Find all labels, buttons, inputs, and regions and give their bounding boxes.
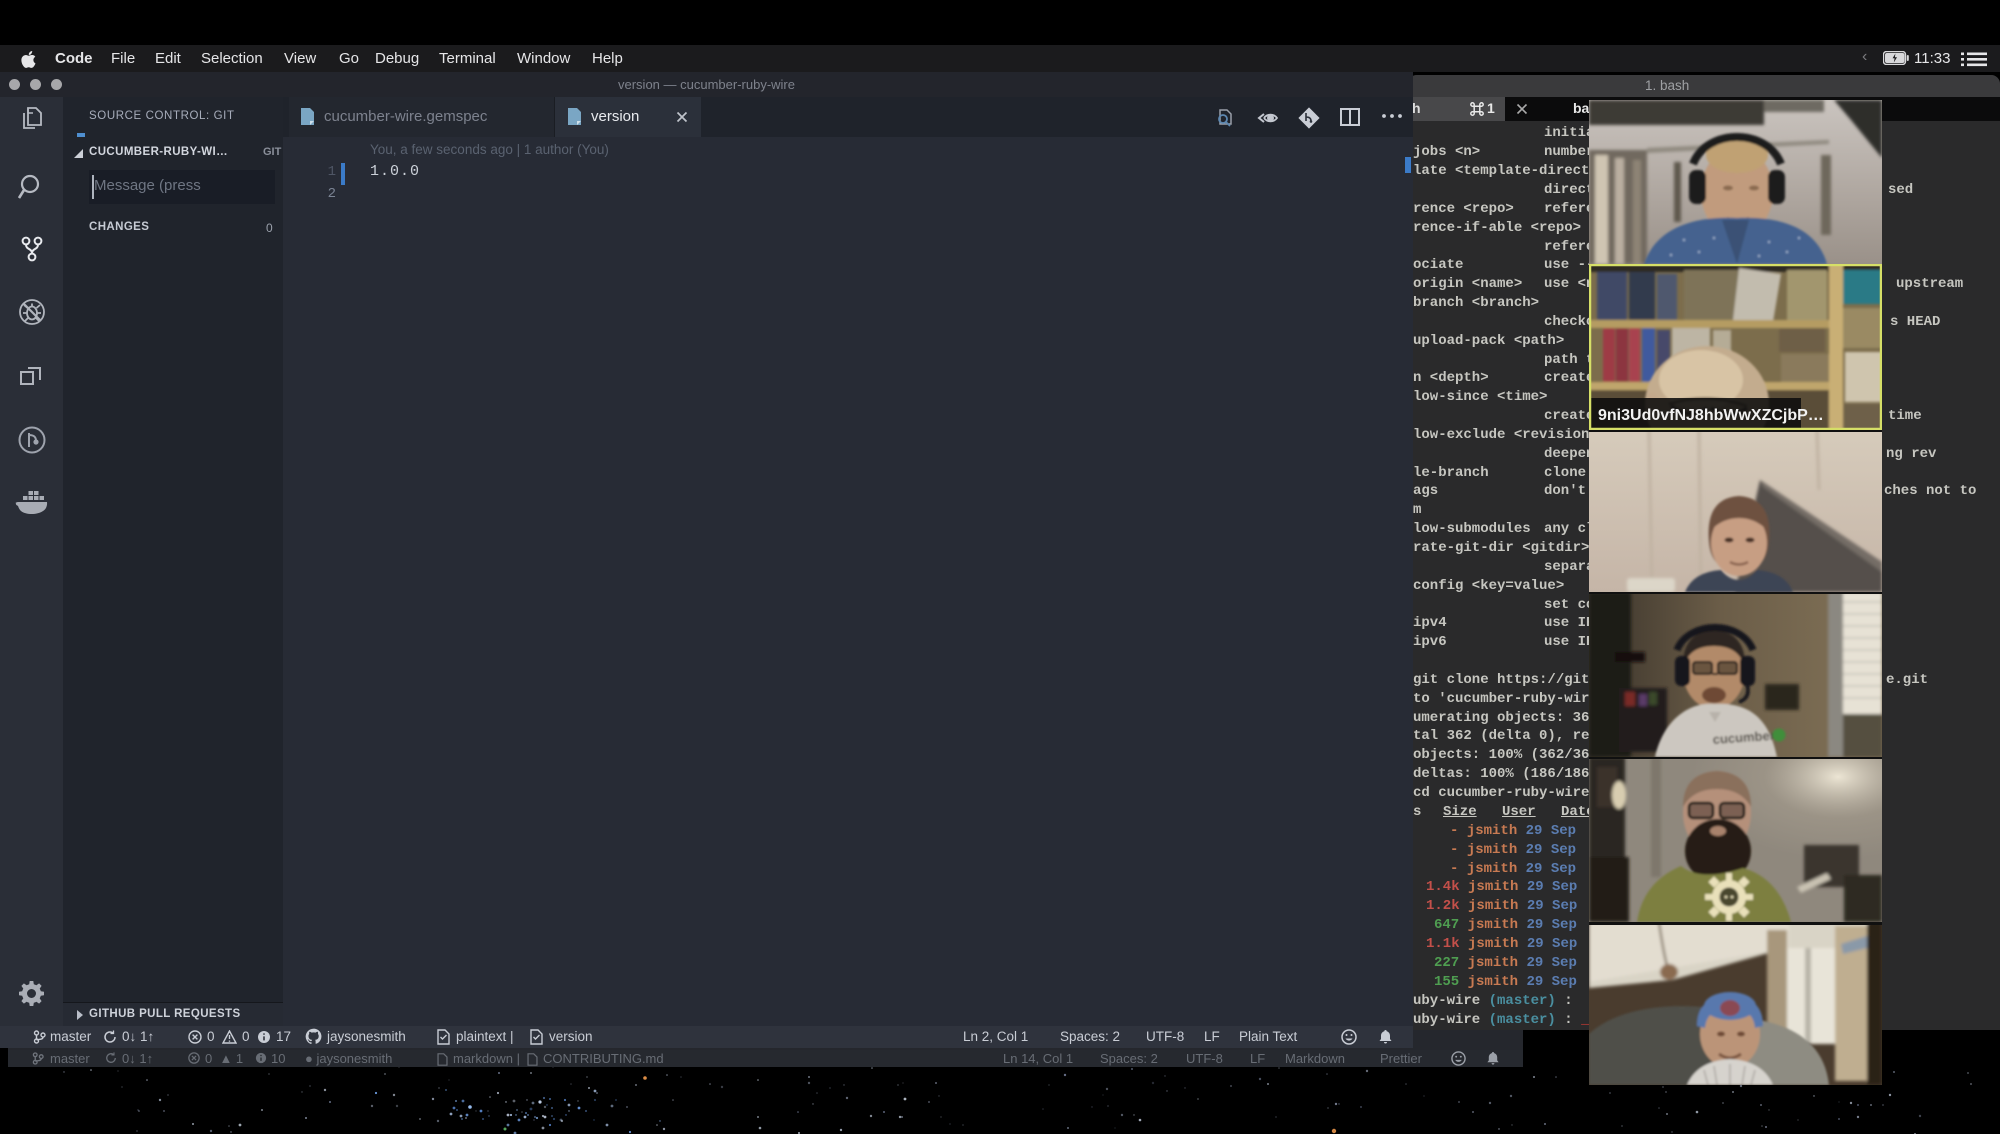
svg-text:9ni3Ud0vfNJ8hbWwXZCjbP…: 9ni3Ud0vfNJ8hbWwXZCjbP… (1598, 407, 1824, 424)
